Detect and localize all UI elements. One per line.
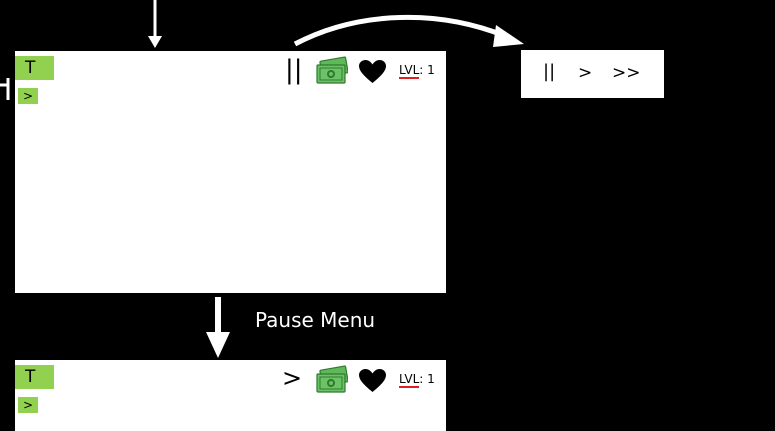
arrow-to-speed-menu	[293, 14, 524, 47]
level-indicator: LVL: 1	[399, 372, 435, 388]
money-icon	[316, 365, 348, 393]
tower-tab[interactable]: T	[15, 365, 54, 389]
level-indicator: LVL: 1	[399, 63, 435, 79]
game-screen: T > || LVL: 1	[15, 51, 446, 293]
arrow-into-screen	[148, 0, 162, 48]
speed-menu: || > >>	[521, 50, 664, 98]
expand-tab[interactable]: >	[18, 88, 38, 104]
level-label: LVL	[399, 63, 420, 79]
arrow-left-stub	[0, 78, 10, 100]
heart-icon	[359, 369, 386, 392]
speed-pause-button[interactable]: ||	[543, 61, 555, 82]
speed-play-button[interactable]: >	[578, 63, 592, 83]
paused-game-screen: T > > LVL: 1	[15, 360, 446, 431]
level-value: : 1	[419, 372, 435, 386]
tower-tab[interactable]: T	[15, 56, 54, 80]
money-icon	[316, 56, 348, 84]
pause-menu-caption: Pause Menu	[255, 308, 376, 332]
heart-icon	[359, 60, 386, 83]
play-button[interactable]: >	[282, 364, 302, 392]
expand-tab[interactable]: >	[18, 397, 38, 413]
arrow-to-pause-screen	[206, 297, 230, 358]
speed-fast-forward-button[interactable]: >>	[612, 63, 641, 83]
pause-button[interactable]: ||	[285, 55, 303, 85]
level-label: LVL	[399, 372, 420, 388]
level-value: : 1	[419, 63, 435, 77]
